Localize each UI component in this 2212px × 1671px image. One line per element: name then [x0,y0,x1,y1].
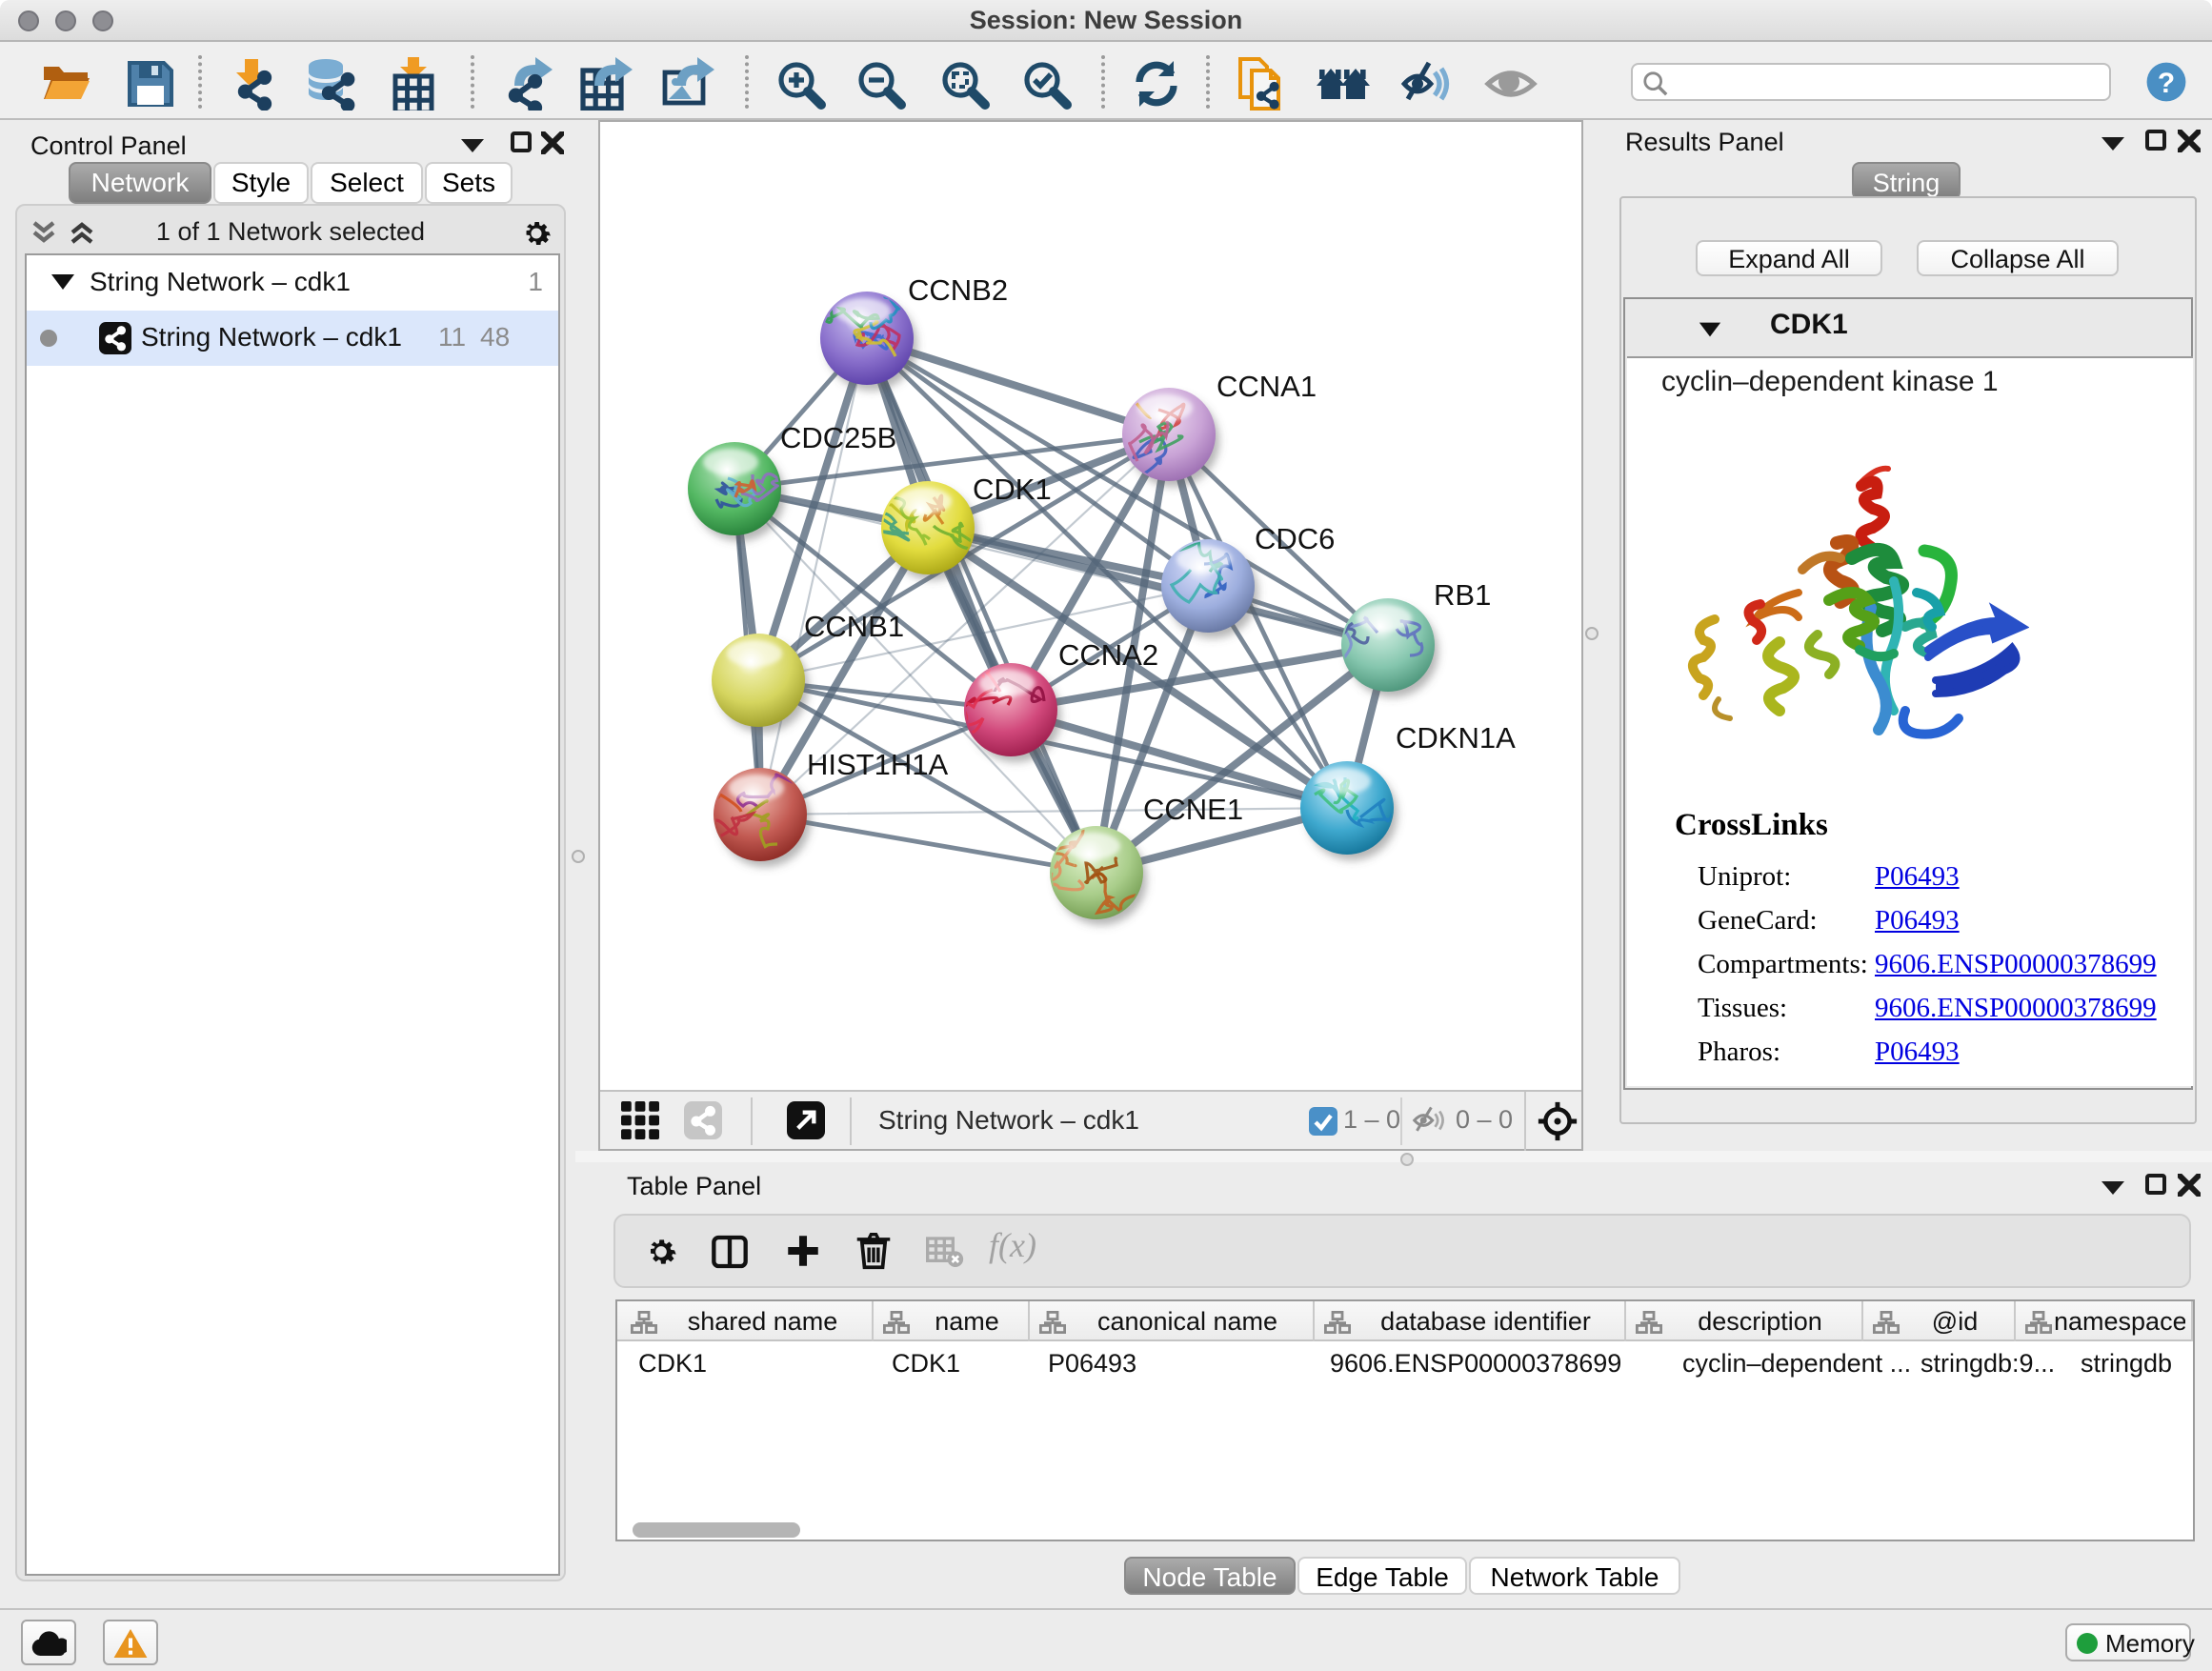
svg-text:CCNB2: CCNB2 [908,273,1008,307]
svg-text:CCNB1: CCNB1 [804,610,904,643]
svg-text:CCNE1: CCNE1 [1143,793,1243,826]
svg-text:HIST1H1A: HIST1H1A [807,748,948,781]
svg-text:CDC6: CDC6 [1255,522,1335,555]
svg-text:CDC25B: CDC25B [780,421,896,454]
svg-text:CCNA1: CCNA1 [1217,370,1317,403]
svg-text:RB1: RB1 [1434,578,1491,612]
svg-text:CDK1: CDK1 [973,473,1052,506]
svg-text:CCNA2: CCNA2 [1058,638,1158,672]
svg-text:CDKN1A: CDKN1A [1396,721,1516,755]
svg-text:?: ? [2158,68,2175,99]
